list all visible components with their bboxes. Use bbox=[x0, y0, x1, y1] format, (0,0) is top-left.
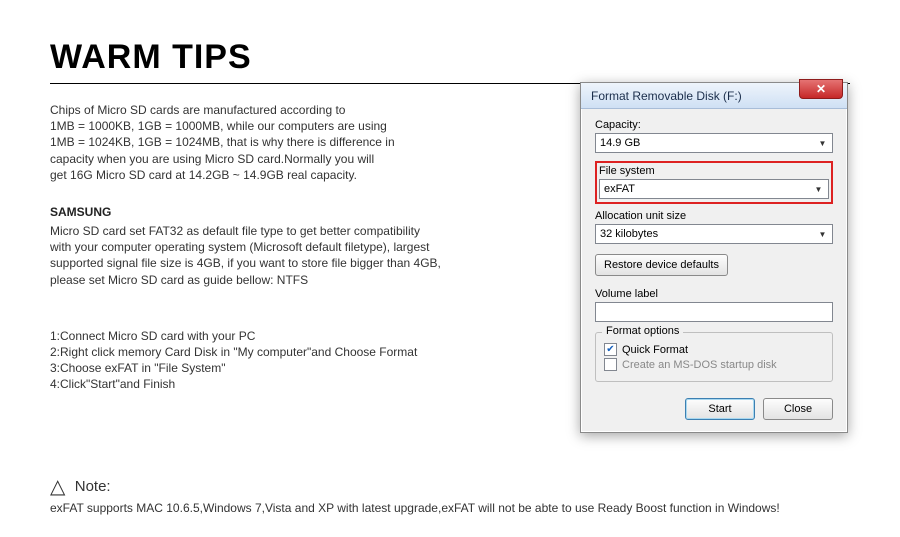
triangle-icon: △ bbox=[50, 476, 65, 498]
chevron-down-icon: ▼ bbox=[811, 181, 826, 197]
volume-label-input[interactable] bbox=[595, 302, 833, 322]
close-dialog-button[interactable]: Close bbox=[763, 398, 833, 420]
fat32-paragraph: Micro SD card set FAT32 as default file … bbox=[50, 223, 550, 288]
note-text: exFAT supports MAC 10.6.5,Windows 7,Vist… bbox=[50, 501, 870, 515]
allocation-value: 32 kilobytes bbox=[600, 228, 658, 240]
page-title: WARM TIPS bbox=[50, 38, 550, 77]
dialog-titlebar[interactable]: Format Removable Disk (F:) ✕ bbox=[581, 83, 847, 109]
filesystem-dropdown[interactable]: exFAT ▼ bbox=[599, 179, 829, 199]
format-dialog: Format Removable Disk (F:) ✕ Capacity: 1… bbox=[580, 82, 848, 433]
filesystem-label: File system bbox=[599, 165, 829, 177]
filesystem-highlight: File system exFAT ▼ bbox=[595, 161, 833, 204]
allocation-label: Allocation unit size bbox=[595, 210, 833, 222]
capacity-dropdown[interactable]: 14.9 GB ▼ bbox=[595, 133, 833, 153]
intro-paragraph: Chips of Micro SD cards are manufactured… bbox=[50, 102, 550, 183]
steps-list: 1:Connect Micro SD card with your PC 2:R… bbox=[50, 328, 550, 393]
close-icon: ✕ bbox=[816, 82, 826, 96]
restore-defaults-label: Restore device defaults bbox=[604, 259, 719, 271]
format-options-title: Format options bbox=[602, 325, 683, 337]
close-button[interactable]: ✕ bbox=[799, 79, 843, 99]
restore-defaults-button[interactable]: Restore device defaults bbox=[595, 254, 728, 276]
start-button[interactable]: Start bbox=[685, 398, 755, 420]
note-section: △ Note: exFAT supports MAC 10.6.5,Window… bbox=[50, 474, 870, 515]
quick-format-label: Quick Format bbox=[622, 344, 688, 356]
format-options-group: Format options ✔ Quick Format Create an … bbox=[595, 332, 833, 382]
chevron-down-icon: ▼ bbox=[815, 135, 830, 151]
capacity-value: 14.9 GB bbox=[600, 137, 640, 149]
checkbox-checked-icon: ✔ bbox=[604, 343, 617, 356]
msdos-row: Create an MS-DOS startup disk bbox=[604, 358, 824, 371]
dialog-title: Format Removable Disk (F:) bbox=[591, 89, 742, 103]
msdos-label: Create an MS-DOS startup disk bbox=[622, 359, 777, 371]
capacity-label: Capacity: bbox=[595, 119, 833, 131]
volume-label-label: Volume label bbox=[595, 288, 833, 300]
filesystem-value: exFAT bbox=[604, 183, 635, 195]
note-label: Note: bbox=[75, 478, 111, 495]
brand-heading: SAMSUNG bbox=[50, 205, 550, 219]
checkbox-unchecked-icon bbox=[604, 358, 617, 371]
allocation-dropdown[interactable]: 32 kilobytes ▼ bbox=[595, 224, 833, 244]
start-button-label: Start bbox=[708, 403, 731, 415]
chevron-down-icon: ▼ bbox=[815, 226, 830, 242]
quick-format-row[interactable]: ✔ Quick Format bbox=[604, 343, 824, 356]
close-dialog-label: Close bbox=[784, 403, 812, 415]
